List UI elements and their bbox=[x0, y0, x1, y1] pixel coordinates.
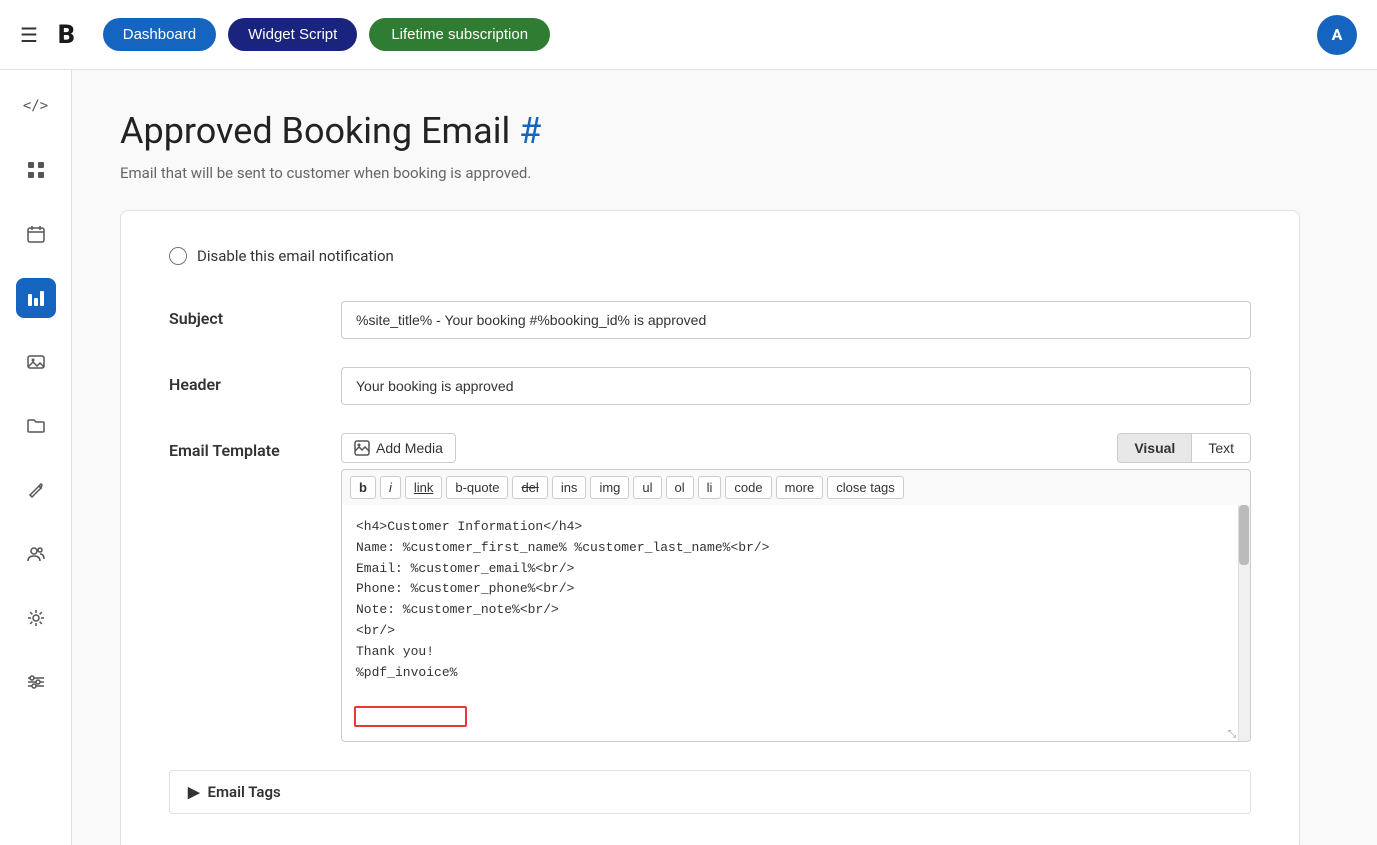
sidebar-item-calendar[interactable] bbox=[16, 214, 56, 254]
email-tags-toggle[interactable]: ▶ Email Tags bbox=[188, 783, 1232, 801]
subject-label: Subject bbox=[169, 301, 309, 328]
add-media-button[interactable]: Add Media bbox=[341, 433, 456, 463]
disable-notification-row: Disable this email notification bbox=[169, 247, 1251, 265]
sidebar-item-grid[interactable] bbox=[16, 150, 56, 190]
visual-view-button[interactable]: Visual bbox=[1117, 433, 1191, 463]
editor-scrollbar[interactable] bbox=[1238, 505, 1250, 741]
sidebar-item-folder[interactable] bbox=[16, 406, 56, 446]
email-form-card: Disable this email notification Subject … bbox=[120, 210, 1300, 845]
header-row: Header bbox=[169, 367, 1251, 405]
add-media-icon bbox=[354, 440, 370, 456]
toolbar-del[interactable]: del bbox=[512, 476, 547, 499]
disable-notification-label: Disable this email notification bbox=[197, 247, 394, 265]
lifetime-subscription-button[interactable]: Lifetime subscription bbox=[369, 18, 550, 51]
subject-input[interactable] bbox=[341, 301, 1251, 339]
logo: B bbox=[58, 20, 75, 50]
toolbar-link[interactable]: link bbox=[405, 476, 443, 499]
toolbar-bold[interactable]: b bbox=[350, 476, 376, 499]
header-label: Header bbox=[169, 367, 309, 394]
subject-row: Subject bbox=[169, 301, 1251, 339]
editor-view-buttons: Visual Text bbox=[1117, 433, 1251, 463]
widget-script-button[interactable]: Widget Script bbox=[228, 18, 357, 51]
sidebar-item-chart[interactable] bbox=[16, 278, 56, 318]
disable-notification-radio[interactable] bbox=[169, 247, 187, 265]
sidebar-item-users[interactable] bbox=[16, 534, 56, 574]
toolbar-ul[interactable]: ul bbox=[633, 476, 661, 499]
sidebar-item-code[interactable]: </> bbox=[16, 86, 56, 126]
sidebar-item-paint[interactable] bbox=[16, 470, 56, 510]
body-layout: </> Approved Booking Emai bbox=[0, 70, 1377, 845]
page-title: Approved Booking Email # bbox=[120, 110, 1329, 152]
sidebar-item-image[interactable] bbox=[16, 342, 56, 382]
toolbar-ol[interactable]: ol bbox=[666, 476, 694, 499]
toolbar-italic[interactable]: i bbox=[380, 476, 401, 499]
sidebar-item-settings[interactable] bbox=[16, 598, 56, 638]
toolbar-li[interactable]: li bbox=[698, 476, 722, 499]
toolbar-code[interactable]: code bbox=[725, 476, 771, 499]
editor-resize-handle[interactable]: ⤡ bbox=[1226, 729, 1238, 741]
editor-textarea[interactable]: <h4>Customer Information</h4> Name: %cus… bbox=[342, 505, 1250, 737]
toolbar-bquote[interactable]: b-quote bbox=[446, 476, 508, 499]
toolbar-more[interactable]: more bbox=[776, 476, 824, 499]
text-view-button[interactable]: Text bbox=[1191, 433, 1251, 463]
sidebar-item-sliders[interactable] bbox=[16, 662, 56, 702]
hamburger-icon[interactable]: ☰ bbox=[20, 23, 38, 47]
email-template-label: Email Template bbox=[169, 433, 309, 460]
editor-topbar: Add Media Visual Text bbox=[341, 433, 1251, 463]
header-input[interactable] bbox=[341, 367, 1251, 405]
editor-body: <h4>Customer Information</h4> Name: %cus… bbox=[341, 505, 1251, 742]
sidebar: </> bbox=[0, 70, 72, 845]
dashboard-button[interactable]: Dashboard bbox=[103, 18, 216, 51]
main-content: Approved Booking Email # Email that will… bbox=[72, 70, 1377, 845]
email-tags-label: Email Tags bbox=[208, 783, 281, 801]
toolbar-close-tags[interactable]: close tags bbox=[827, 476, 904, 499]
toolbar-ins[interactable]: ins bbox=[552, 476, 587, 499]
email-template-editor: Add Media Visual Text b i link b-quote bbox=[341, 433, 1251, 742]
topnav: ☰ B Dashboard Widget Script Lifetime sub… bbox=[0, 0, 1377, 70]
avatar[interactable]: A bbox=[1317, 15, 1357, 55]
email-template-row: Email Template Add Media Visual Text bbox=[169, 433, 1251, 742]
topnav-right: A bbox=[1317, 15, 1357, 55]
email-tags-section: ▶ Email Tags bbox=[169, 770, 1251, 814]
editor-toolbar: b i link b-quote del ins img ul ol li co… bbox=[341, 469, 1251, 505]
page-subtitle: Email that will be sent to customer when… bbox=[120, 164, 1329, 182]
editor-scrollbar-thumb bbox=[1239, 505, 1249, 565]
email-tags-toggle-icon: ▶ bbox=[188, 783, 200, 801]
toolbar-img[interactable]: img bbox=[590, 476, 629, 499]
